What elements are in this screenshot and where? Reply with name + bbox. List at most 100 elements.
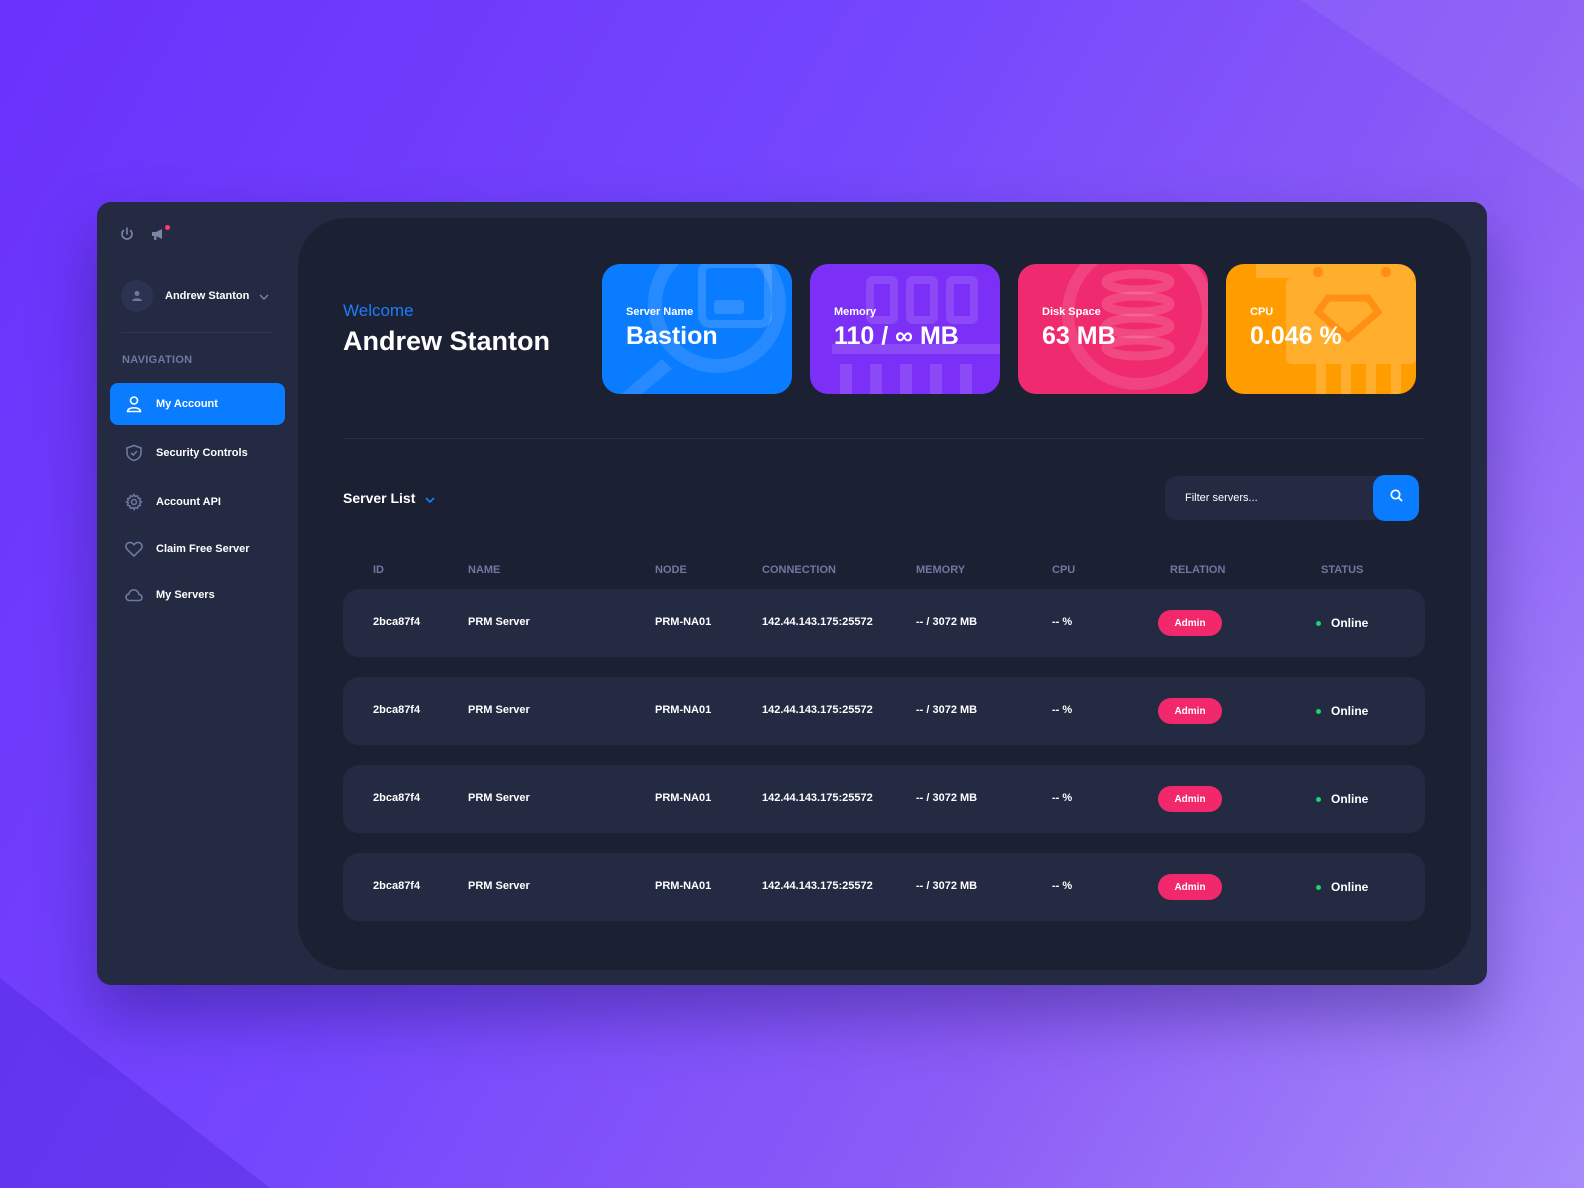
stat-label: Disk Space [1042,306,1101,318]
sidebar-item-label: Account API [156,496,221,508]
sidebar-item-label: Security Controls [156,447,248,459]
server-cpu: -- % [1052,880,1073,892]
status-dot [1316,620,1321,626]
search-button[interactable] [1373,475,1419,521]
search-input[interactable] [1165,476,1355,520]
relation-badge: Admin [1158,610,1222,636]
filter-box [1165,475,1419,521]
stat-card-cpu: CPU 0.046 % [1226,264,1416,394]
column-header-id: ID [373,564,384,576]
column-header-node: NODE [655,564,687,576]
stat-label: Memory [834,306,877,318]
stat-value: 63 MB [1042,322,1116,350]
welcome-label: Welcome [343,301,414,320]
server-memory: -- / 3072 MB [916,880,978,892]
sidebar-item-label: My Servers [156,589,215,601]
chevron-down-icon [425,490,435,506]
table-row[interactable]: 2bca87f4 PRM Server PRM-NA01 142.44.143.… [343,765,1425,833]
column-header-status: STATUS [1321,564,1364,576]
server-name: PRM Server [468,792,530,804]
status-dot [1316,884,1321,890]
server-node: PRM-NA01 [655,792,712,804]
background-shape [0,978,270,1188]
table-row[interactable]: 2bca87f4 PRM Server PRM-NA01 142.44.143.… [343,589,1425,657]
megaphone-icon[interactable] [151,225,170,244]
divider [343,438,1425,439]
server-id: 2bca87f4 [373,880,421,892]
stat-value: Bastion [626,322,718,350]
heart-icon [124,539,144,559]
page-title: Andrew Stanton [343,326,550,356]
status-indicator: Online [1316,880,1368,894]
table-header: ID NAME NODE CONNECTION MEMORY CPU RELAT… [343,564,1425,580]
user-icon [124,394,144,414]
column-header-connection: CONNECTION [762,564,836,576]
sidebar-item-my-servers[interactable]: My Servers [110,574,285,616]
status-indicator: Online [1316,704,1368,718]
server-memory: -- / 3072 MB [916,616,978,628]
column-header-cpu: CPU [1052,564,1076,576]
status-text: Online [1331,704,1369,718]
shield-icon [124,443,144,463]
table-row[interactable]: 2bca87f4 PRM Server PRM-NA01 142.44.143.… [343,677,1425,745]
relation-badge: Admin [1158,698,1222,724]
divider [121,332,273,333]
sidebar-item-my-account[interactable]: My Account [110,383,285,425]
relation-badge: Admin [1158,874,1222,900]
chevron-down-icon [259,287,269,305]
sidebar-item-account-api[interactable]: Account API [110,481,285,523]
server-cpu: -- % [1052,792,1073,804]
status-indicator: Online [1316,792,1368,806]
status-text: Online [1331,616,1369,630]
gear-icon [124,492,144,512]
server-name: PRM Server [468,616,530,628]
server-memory: -- / 3072 MB [916,704,978,716]
status-text: Online [1331,880,1369,894]
table-row[interactable]: 2bca87f4 PRM Server PRM-NA01 142.44.143.… [343,853,1425,921]
top-icons [119,225,170,244]
server-cpu: -- % [1052,704,1073,716]
power-icon[interactable] [119,226,137,244]
notification-dot [165,225,170,230]
stat-card-memory: Memory 110 / ∞ MB [810,264,1000,394]
server-id: 2bca87f4 [373,792,421,804]
status-text: Online [1331,792,1369,806]
cloud-icon [124,585,144,605]
nav-title: NAVIGATION [122,354,193,366]
search-icon [1389,489,1403,507]
server-id: 2bca87f4 [373,704,421,716]
background-shape [1300,0,1584,190]
avatar [121,280,153,312]
column-header-name: NAME [468,564,501,576]
server-connection: 142.44.143.175:25572 [762,616,873,628]
sidebar-item-label: My Account [156,398,218,410]
server-connection: 142.44.143.175:25572 [762,704,873,716]
stat-card-server-name: Server Name Bastion [602,264,792,394]
server-list-dropdown[interactable]: Server List [343,490,435,506]
stat-label: CPU [1250,306,1274,318]
column-header-memory: MEMORY [916,564,966,576]
user-menu[interactable]: Andrew Stanton [121,280,269,312]
server-node: PRM-NA01 [655,880,712,892]
stat-label: Server Name [626,306,694,318]
sidebar-item-claim-free-server[interactable]: Claim Free Server [110,528,285,570]
sidebar: Andrew Stanton NAVIGATION My Account Sec… [97,202,297,985]
sidebar-item-label: Claim Free Server [156,543,250,555]
status-indicator: Online [1316,616,1368,630]
relation-badge: Admin [1158,786,1222,812]
server-node: PRM-NA01 [655,616,712,628]
app-window: Andrew Stanton NAVIGATION My Account Sec… [97,202,1487,985]
main-panel: Welcome Andrew Stanton Server Name Basti… [298,218,1471,970]
server-cpu: -- % [1052,616,1073,628]
server-list-title: Server List [343,490,416,506]
stat-value: 110 / ∞ MB [834,322,959,350]
server-memory: -- / 3072 MB [916,792,978,804]
status-dot [1316,796,1321,802]
server-node: PRM-NA01 [655,704,712,716]
server-id: 2bca87f4 [373,616,421,628]
status-dot [1316,708,1321,714]
stat-value: 0.046 % [1250,322,1342,350]
server-connection: 142.44.143.175:25572 [762,880,873,892]
sidebar-item-security-controls[interactable]: Security Controls [110,432,285,474]
user-name: Andrew Stanton [165,290,250,302]
